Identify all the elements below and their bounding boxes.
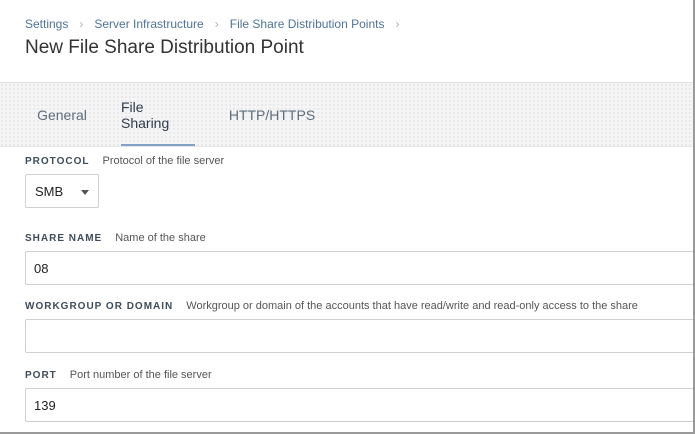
- breadcrumb-server-infrastructure[interactable]: Server Infrastructure: [94, 17, 203, 31]
- workgroup-input[interactable]: [25, 319, 693, 353]
- tab-general[interactable]: General: [37, 83, 87, 146]
- port-label-row: PORT Port number of the file server: [25, 369, 212, 381]
- breadcrumb-separator-icon: ›: [79, 17, 84, 31]
- protocol-label: PROTOCOL: [25, 156, 90, 167]
- window-frame: Settings › Server Infrastructure › File …: [0, 0, 695, 434]
- workgroup-description: Workgroup or domain of the accounts that…: [186, 300, 638, 312]
- tab-bar: General File Sharing HTTP/HTTPS: [0, 83, 693, 147]
- share-name-description: Name of the share: [115, 232, 206, 244]
- share-name-label: SHARE NAME: [25, 233, 103, 244]
- share-name-label-row: SHARE NAME Name of the share: [25, 232, 206, 244]
- port-label: PORT: [25, 370, 57, 381]
- tab-file-sharing[interactable]: File Sharing: [121, 83, 195, 146]
- page-header: Settings › Server Infrastructure › File …: [0, 0, 693, 83]
- protocol-description: Protocol of the file server: [102, 155, 225, 167]
- breadcrumb-file-share-distribution-points[interactable]: File Share Distribution Points: [230, 17, 385, 31]
- breadcrumb-separator-icon: ›: [395, 17, 400, 31]
- workgroup-label-row: WORKGROUP OR DOMAIN Workgroup or domain …: [25, 300, 638, 312]
- caret-down-icon: [81, 190, 89, 195]
- tab-http-https[interactable]: HTTP/HTTPS: [229, 83, 315, 146]
- breadcrumb-separator-icon: ›: [214, 17, 219, 31]
- share-name-input[interactable]: [25, 251, 693, 285]
- protocol-select-value: SMB: [35, 184, 64, 199]
- breadcrumb-settings[interactable]: Settings: [25, 17, 68, 31]
- port-input[interactable]: [25, 388, 693, 422]
- breadcrumb: Settings › Server Infrastructure › File …: [25, 17, 410, 31]
- page-title: New File Share Distribution Point: [25, 37, 304, 58]
- protocol-select[interactable]: SMB: [25, 174, 99, 208]
- workgroup-label: WORKGROUP OR DOMAIN: [25, 301, 174, 312]
- protocol-label-row: PROTOCOL Protocol of the file server: [25, 155, 224, 167]
- port-description: Port number of the file server: [69, 369, 212, 381]
